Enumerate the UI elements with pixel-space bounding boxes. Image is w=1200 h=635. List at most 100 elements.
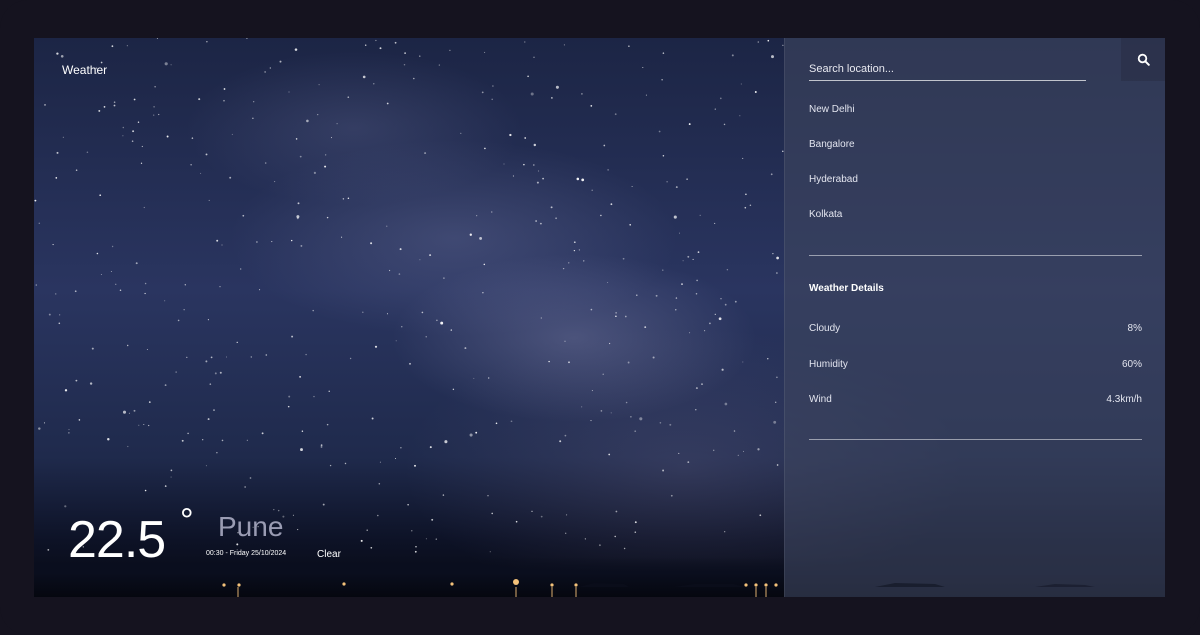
weather-details-title: Weather Details: [809, 283, 884, 294]
star: [564, 434, 567, 437]
star: [476, 215, 478, 217]
star: [394, 457, 397, 460]
star: [776, 464, 779, 466]
star: [413, 77, 415, 80]
star: [473, 377, 475, 379]
star: [146, 348, 148, 351]
star: [295, 138, 298, 140]
star: [219, 286, 221, 288]
star: [629, 224, 631, 226]
star: [776, 256, 779, 260]
star: [207, 418, 210, 421]
star: [344, 462, 347, 465]
star: [324, 165, 327, 168]
star: [607, 169, 609, 171]
star: [630, 415, 632, 418]
star: [122, 126, 125, 129]
star: [658, 130, 661, 133]
star: [699, 214, 701, 217]
star: [566, 514, 568, 516]
star: [371, 417, 374, 420]
star: [695, 387, 698, 390]
star: [75, 379, 78, 382]
star: [709, 322, 711, 325]
star: [678, 232, 681, 234]
star: [312, 309, 314, 312]
star: [64, 389, 68, 392]
star: [362, 75, 366, 79]
star: [221, 244, 223, 246]
divider: [809, 439, 1142, 440]
weather-details: Cloudy 8% Humidity 60% Wind 4.3km/h: [809, 323, 1142, 430]
star: [252, 117, 254, 119]
location-item-new-delhi[interactable]: New Delhi: [809, 103, 1142, 138]
side-panel: New Delhi Bangalore Hyderabad Kolkata We…: [784, 38, 1165, 597]
star: [373, 83, 375, 85]
star: [645, 94, 647, 96]
star: [551, 97, 553, 99]
star: [378, 483, 381, 485]
star: [636, 294, 638, 296]
location-item-bangalore[interactable]: Bangalore: [809, 138, 1142, 173]
star: [287, 405, 290, 408]
detail-value: 8%: [1127, 323, 1142, 334]
star: [770, 173, 773, 176]
star: [301, 430, 304, 433]
star: [515, 520, 518, 523]
star: [733, 430, 736, 432]
star: [253, 101, 255, 103]
star: [34, 199, 37, 202]
star: [144, 292, 146, 295]
star: [530, 92, 534, 96]
star: [320, 444, 323, 447]
star: [229, 176, 232, 179]
star: [512, 175, 514, 177]
star: [75, 169, 78, 171]
star: [714, 108, 716, 110]
star: [216, 239, 219, 242]
star: [223, 99, 225, 102]
star: [261, 432, 264, 435]
location-item-kolkata[interactable]: Kolkata: [809, 208, 1142, 243]
star: [214, 372, 217, 375]
search-button[interactable]: [1121, 38, 1165, 81]
star: [701, 383, 703, 385]
star: [469, 433, 473, 437]
search-input[interactable]: [809, 58, 1086, 81]
star: [137, 121, 140, 123]
star: [279, 60, 282, 63]
location-item-hyderabad[interactable]: Hyderabad: [809, 173, 1142, 208]
star: [407, 504, 409, 506]
star: [122, 135, 124, 137]
star: [246, 439, 248, 441]
star: [379, 461, 381, 463]
star: [695, 292, 698, 295]
star: [602, 373, 604, 375]
star: [409, 362, 411, 365]
star: [419, 259, 421, 261]
star: [400, 447, 402, 449]
star: [686, 178, 688, 180]
star: [306, 119, 309, 123]
star: [771, 55, 774, 59]
star: [591, 390, 593, 392]
star: [603, 144, 606, 147]
star: [608, 453, 611, 456]
star: [431, 518, 434, 521]
star: [739, 115, 741, 117]
star: [326, 423, 329, 426]
star: [745, 193, 747, 196]
star: [153, 105, 155, 108]
star: [141, 145, 143, 148]
star: [675, 297, 678, 299]
star: [460, 132, 462, 134]
star: [533, 56, 535, 58]
star: [610, 412, 612, 414]
location-list: New Delhi Bangalore Hyderabad Kolkata: [809, 103, 1142, 243]
star: [548, 360, 550, 363]
star: [328, 390, 330, 392]
star: [111, 245, 114, 248]
star: [744, 206, 747, 209]
star: [164, 62, 168, 66]
star: [342, 198, 345, 200]
